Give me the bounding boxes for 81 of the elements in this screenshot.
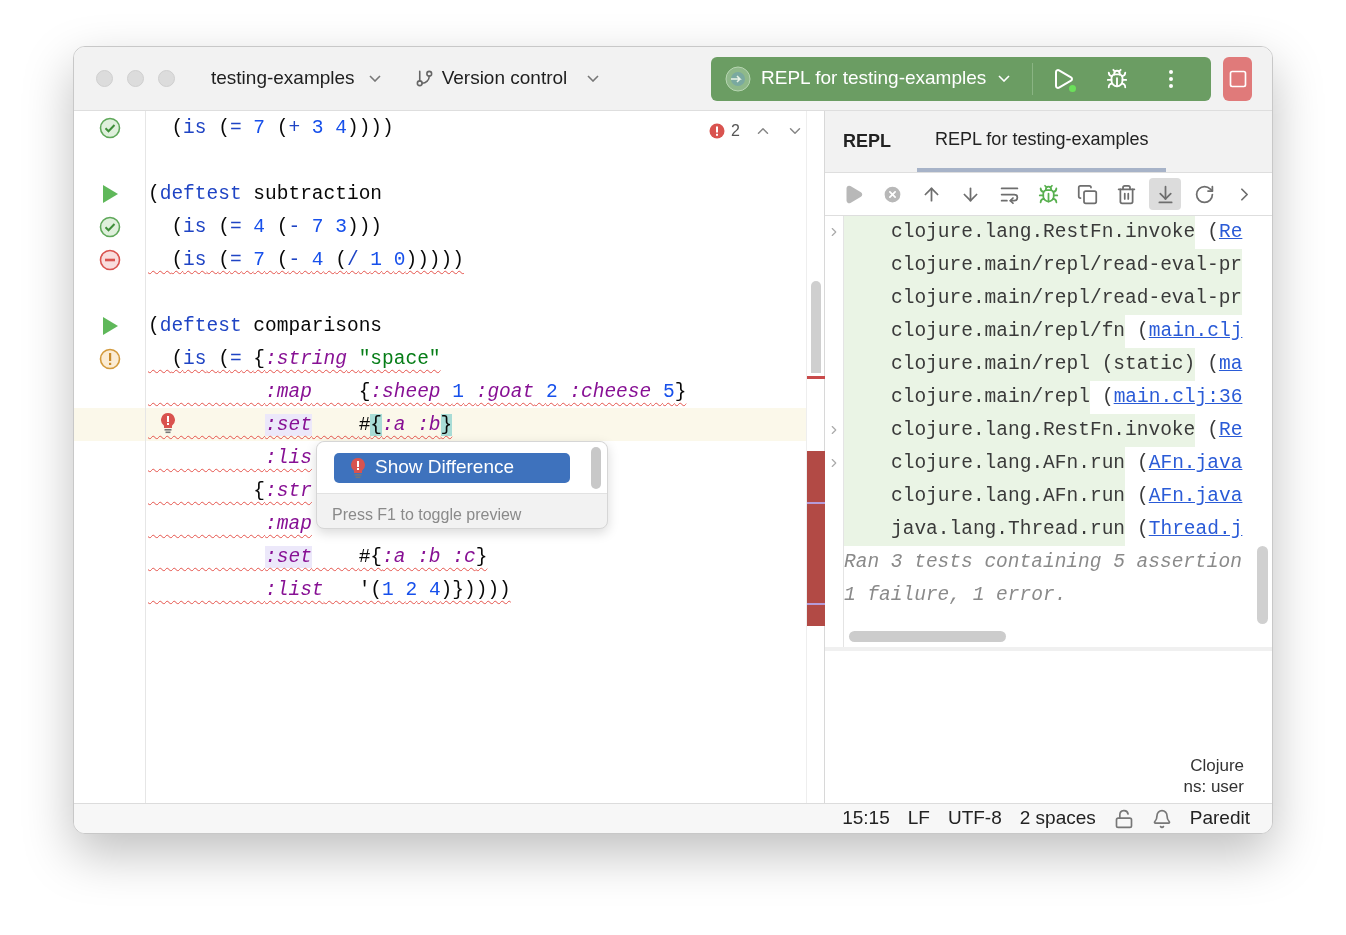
source-link[interactable]: main.clj <box>1148 316 1243 347</box>
code-line: (deftest subtraction <box>148 181 383 207</box>
source-link[interactable]: AFn.java <box>1148 481 1243 512</box>
stack-frame: java.lang.Thread.run <box>844 513 1126 546</box>
namespace-label: ns: user <box>1183 776 1244 797</box>
repl-tab[interactable]: REPL for testing-examples <box>917 111 1167 172</box>
stop-icon <box>1227 68 1248 89</box>
editing-mode[interactable]: Paredit <box>1189 804 1250 833</box>
stack-frame-paren: ( <box>1207 351 1219 377</box>
run-configuration-selector[interactable]: REPL for testing-examples <box>725 64 1011 93</box>
scrollbar-thumb[interactable] <box>811 281 821 373</box>
lock-icon[interactable] <box>1113 808 1134 829</box>
stack-frame: clojure.lang.AFn.run <box>844 447 1126 480</box>
code-line: :map {:sheep 1 :goat 2 :cheese 5} <box>264 379 687 405</box>
test-summary: 1 failure, 1 error. <box>844 582 1068 608</box>
branch-icon <box>414 69 434 88</box>
language-label: Clojure <box>1190 755 1244 776</box>
popup-scrollbar <box>591 446 601 489</box>
stack-frame: clojure.main/repl/read-eval-pr <box>844 282 1243 315</box>
scroll-to-end-icon[interactable] <box>1149 178 1181 210</box>
project-selector[interactable]: testing-examples <box>211 64 381 93</box>
stack-frame: clojure.lang.RestFn.invoke <box>844 216 1196 249</box>
more-icon <box>1169 69 1174 88</box>
indent-setting[interactable]: 2 spaces <box>1019 804 1096 833</box>
chevron-down-icon <box>368 75 381 82</box>
code-line: (is (= {:string "space" <box>170 346 441 372</box>
source-link[interactable]: AFn.java <box>1148 448 1243 479</box>
chevron-down-icon <box>998 75 1011 82</box>
stop-button[interactable] <box>1223 56 1252 101</box>
run-icon[interactable] <box>100 315 119 336</box>
show-difference-item[interactable]: Show Difference <box>334 452 570 483</box>
code-line: (is (= 7 (- 4 (/ 1 0))))) <box>170 247 464 273</box>
horizontal-scrollbar[interactable] <box>849 631 1006 642</box>
code-line: {:str <box>252 478 312 504</box>
check-circle-icon <box>98 116 121 139</box>
line-separator[interactable]: LF <box>907 804 930 833</box>
stack-frame: clojure.main/repl/fn <box>844 315 1126 348</box>
error-stripe <box>807 376 825 379</box>
warning-circle-icon <box>98 347 121 370</box>
source-link[interactable]: Re <box>1218 217 1243 248</box>
error-bulb-icon <box>160 412 176 434</box>
stack-frame: clojure.lang.RestFn.invoke <box>844 414 1196 447</box>
tool-window-title: REPL <box>843 130 891 153</box>
source-link[interactable]: Thread.j <box>1148 514 1243 545</box>
code-line: :lis <box>264 445 312 471</box>
code-line: (deftest comparisons <box>148 313 383 339</box>
stack-frame: clojure.main/repl (static) <box>844 348 1196 381</box>
file-encoding[interactable]: UTF-8 <box>947 804 1002 833</box>
stack-frame-paren: ( <box>1101 384 1114 410</box>
code-line: :list '(1 2 4)})))) <box>264 577 511 603</box>
run-icon[interactable] <box>100 183 119 204</box>
stack-frame: clojure.main/repl <box>844 381 1090 414</box>
vcs-selector[interactable]: Version control <box>414 64 600 93</box>
code-line: :set #{:a :b} <box>264 412 453 438</box>
source-link[interactable]: ma <box>1218 349 1243 380</box>
caret-position[interactable]: 15:15 <box>842 804 890 833</box>
problems-indicator[interactable]: 2 <box>709 119 740 143</box>
stack-frame: clojure.main/repl/read-eval-pr <box>844 249 1243 282</box>
code-line: :map <box>264 511 312 537</box>
test-summary: Ran 3 tests containing 5 assertion <box>844 549 1243 575</box>
chevron-down-icon <box>587 75 600 82</box>
stack-frame-paren: ( <box>1137 516 1149 542</box>
stack-frame-paren: ( <box>1137 318 1149 344</box>
check-circle-icon <box>98 215 121 238</box>
code-line: (is (= 4 (- 7 3))) <box>170 214 383 240</box>
stack-frame-paren: ( <box>1207 417 1219 443</box>
error-bulb-icon <box>350 456 366 479</box>
popup-hint: Press F1 to toggle preview <box>332 505 523 525</box>
bug-icon <box>1106 67 1129 90</box>
source-link[interactable]: Re <box>1218 415 1243 446</box>
minus-circle-icon <box>98 248 121 271</box>
notifications-icon[interactable] <box>1151 808 1172 829</box>
stack-frame-paren: ( <box>1137 483 1149 509</box>
stack-frame-paren: ( <box>1137 450 1149 476</box>
vertical-scrollbar[interactable] <box>1257 546 1268 624</box>
code-line: (is (= 7 (+ 3 4)))) <box>170 115 394 141</box>
code-line: :set #{:a :b :c} <box>264 544 488 570</box>
stack-frame-paren: ( <box>1207 219 1219 245</box>
repl-logo-icon <box>725 65 751 92</box>
source-link[interactable]: main.clj:36 <box>1113 382 1243 413</box>
stack-frame: clojure.lang.AFn.run <box>844 480 1126 513</box>
